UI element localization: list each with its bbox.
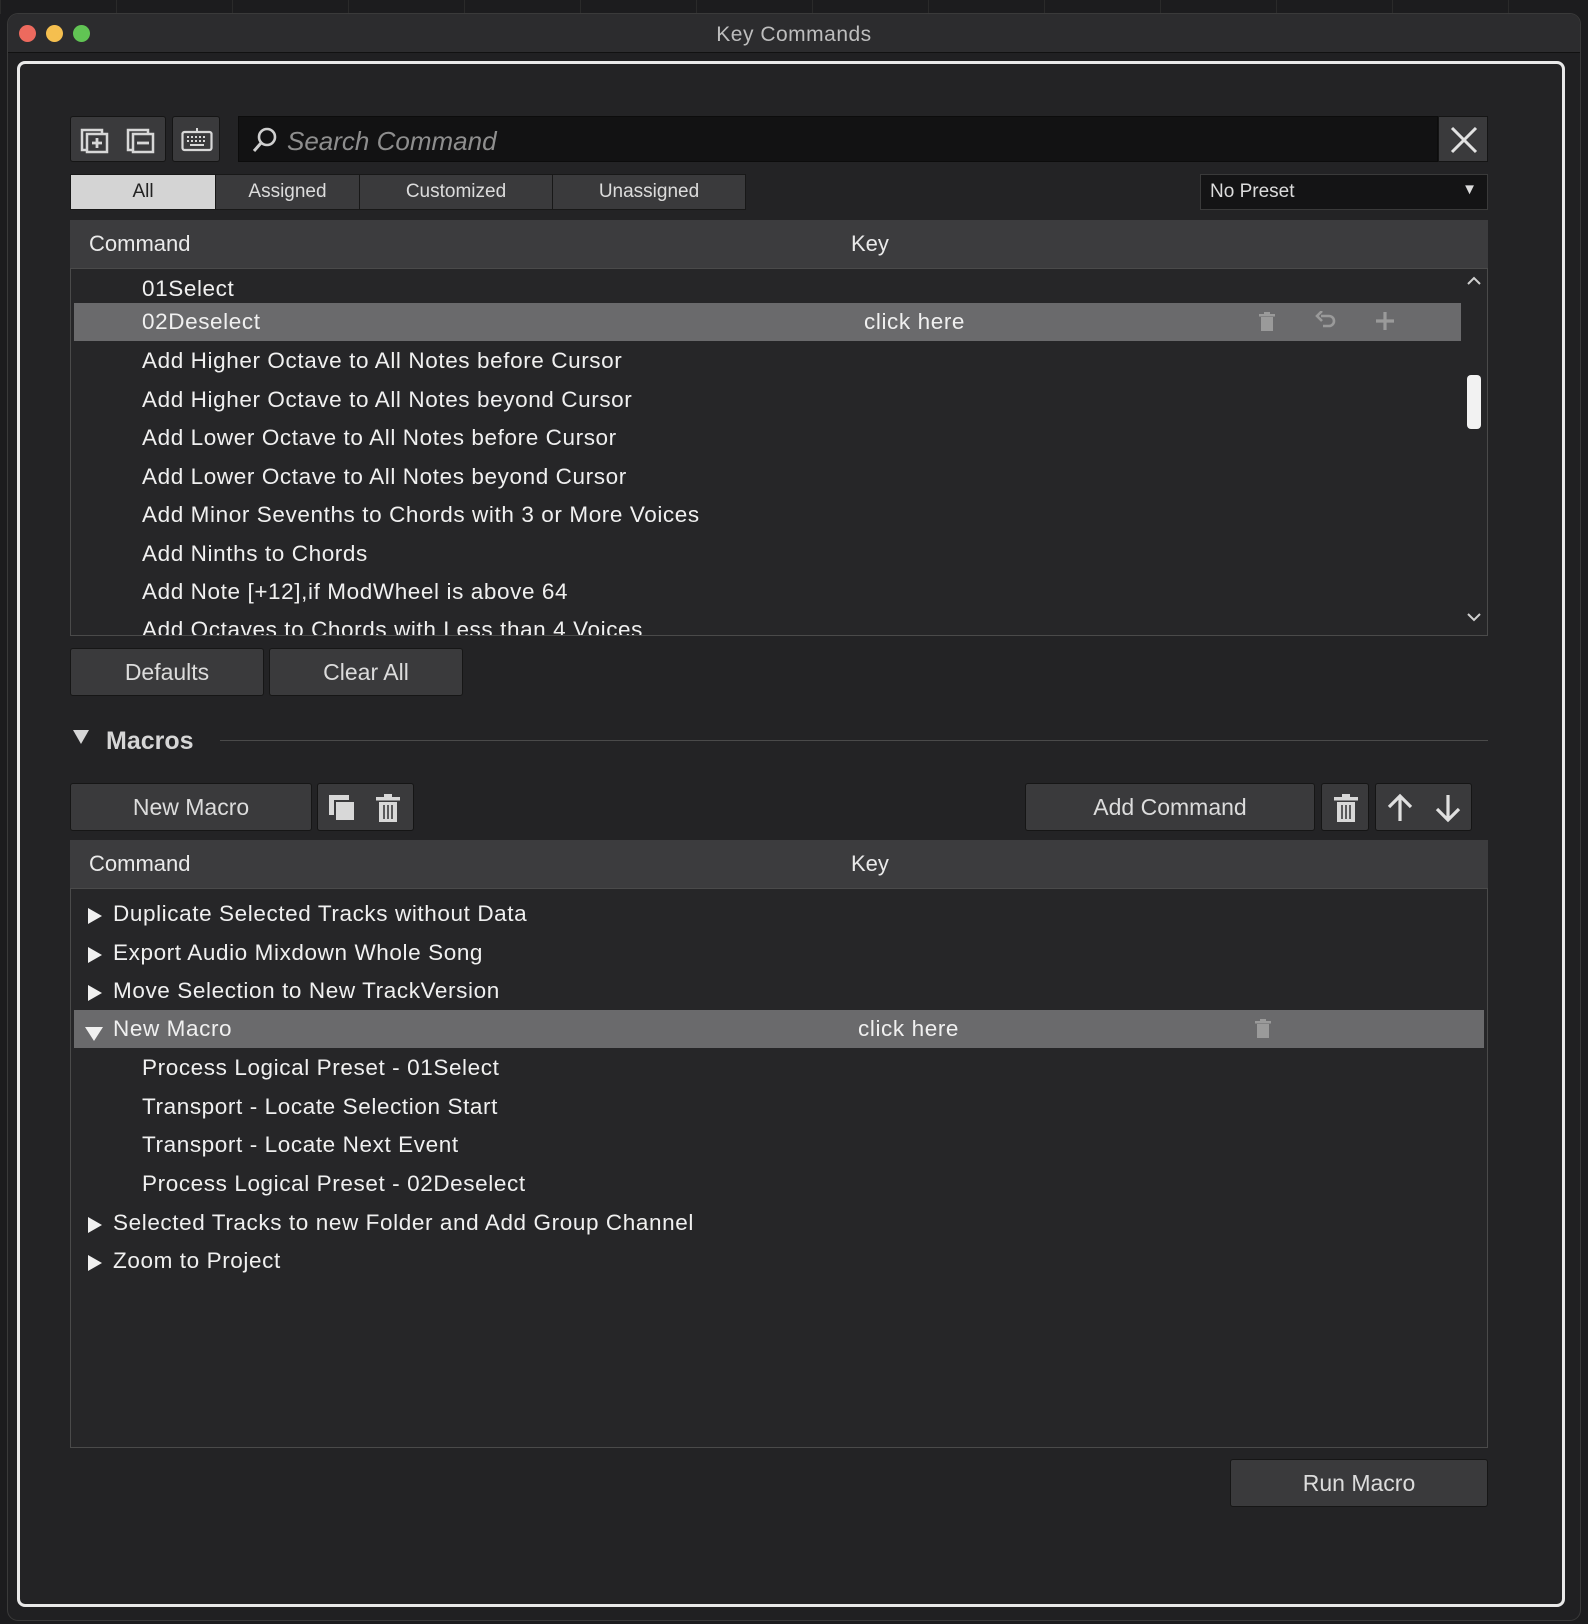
search-icon (251, 126, 279, 159)
key-commands-window: Key Commands Search Command All Assigned… (8, 14, 1580, 1620)
expand-triangle-icon[interactable] (87, 905, 103, 931)
table-row[interactable]: Add Octaves to Chords with Less than 4 V… (74, 611, 1461, 635)
keyboard-button[interactable] (172, 116, 220, 162)
macro-command-row[interactable]: Transport - Locate Selection Start (74, 1088, 1484, 1126)
keyboard-icon (179, 125, 215, 155)
chevron-down-icon: ▼ (1462, 181, 1477, 198)
preset-selected-value: No Preset (1210, 181, 1295, 202)
new-macro-button[interactable]: New Macro (70, 783, 312, 831)
macros-collapse-toggle[interactable] (72, 729, 90, 750)
macro-command-row[interactable]: Process Logical Preset - 01Select (74, 1049, 1484, 1087)
table-row[interactable]: Add Higher Octave to All Notes beyond Cu… (74, 381, 1461, 419)
commands-table: 01Select 02Deselect click here Add Highe… (70, 268, 1488, 636)
macro-command-row[interactable]: Process Logical Preset - 02Deselect (74, 1165, 1484, 1203)
desktop-background (0, 0, 1588, 14)
tab-unassigned[interactable]: Unassigned (552, 174, 746, 210)
main-panel: Search Command All Assigned Customized U… (17, 61, 1565, 1607)
trash-icon[interactable] (1258, 312, 1276, 338)
tab-assigned[interactable]: Assigned (215, 174, 360, 210)
macro-row-selected[interactable]: New Macro click here (74, 1010, 1484, 1048)
macros-section-title: Macros (106, 727, 194, 755)
tab-all[interactable]: All (70, 174, 216, 210)
search-placeholder: Search Command (287, 126, 497, 156)
macro-row[interactable]: Move Selection to New TrackVersion (74, 972, 1484, 1010)
collapse-triangle-icon[interactable] (84, 1022, 104, 1048)
macro-row[interactable]: Export Audio Mixdown Whole Song (74, 934, 1484, 972)
column-key[interactable]: Key (851, 231, 889, 257)
clear-search-button[interactable] (1438, 116, 1488, 162)
commands-table-header: Command Key (70, 220, 1488, 268)
scrollbar-thumb[interactable] (1467, 375, 1481, 429)
macro-command-row[interactable]: Transport - Locate Next Event (74, 1126, 1484, 1164)
chevron-up-icon[interactable] (1467, 273, 1481, 291)
macros-table-header: Command Key (70, 840, 1488, 888)
table-row-selected[interactable]: 02Deselect click here (74, 303, 1461, 341)
title-bar: Key Commands (8, 14, 1580, 53)
table-row[interactable]: Add Note [+12],if ModWheel is above 64 (74, 573, 1461, 611)
search-input[interactable]: Search Command (238, 116, 1438, 162)
tab-customized[interactable]: Customized (359, 174, 553, 210)
expand-triangle-icon[interactable] (87, 1252, 103, 1278)
macro-row[interactable]: Duplicate Selected Tracks without Data (74, 895, 1484, 933)
macros-table: Duplicate Selected Tracks without Data E… (70, 888, 1488, 1448)
key-assign-field[interactable]: click here (864, 309, 965, 335)
remove-folder-icon[interactable] (123, 125, 159, 155)
window-title: Key Commands (716, 23, 872, 46)
expand-triangle-icon[interactable] (87, 982, 103, 1008)
expand-triangle-icon[interactable] (87, 1214, 103, 1240)
macro-row[interactable]: Selected Tracks to new Folder and Add Gr… (74, 1204, 1484, 1242)
arrow-up-icon[interactable] (1382, 792, 1418, 824)
trash-icon[interactable] (1254, 1019, 1272, 1045)
commands-scrollbar[interactable] (1462, 269, 1486, 635)
table-row[interactable]: Add Lower Octave to All Notes beyond Cur… (74, 458, 1461, 496)
preset-select[interactable]: No Preset ▼ (1200, 174, 1488, 210)
column-command[interactable]: Command (89, 231, 190, 257)
add-command-button[interactable]: Add Command (1025, 783, 1315, 831)
table-row[interactable]: Add Minor Sevenths to Chords with 3 or M… (74, 496, 1461, 534)
duplicate-icon[interactable] (324, 792, 360, 824)
delete-command-button[interactable] (1321, 783, 1369, 831)
column-key[interactable]: Key (851, 851, 889, 877)
table-row[interactable]: Add Lower Octave to All Notes before Cur… (74, 419, 1461, 457)
expand-triangle-icon[interactable] (87, 944, 103, 970)
clear-all-button[interactable]: Clear All (269, 648, 463, 696)
macros-divider (220, 740, 1488, 741)
plus-icon[interactable] (1375, 311, 1395, 337)
key-assign-field[interactable]: click here (858, 1016, 959, 1042)
arrow-down-icon[interactable] (1430, 792, 1466, 824)
add-folder-icon[interactable] (77, 125, 113, 155)
column-command[interactable]: Command (89, 851, 190, 877)
chevron-down-icon[interactable] (1467, 609, 1481, 627)
macro-tools-group (317, 783, 414, 831)
undo-icon[interactable] (1315, 310, 1337, 337)
table-row[interactable]: Add Ninths to Chords (74, 535, 1461, 573)
trash-icon (1329, 792, 1363, 824)
close-icon (1449, 125, 1479, 160)
macro-row[interactable]: Zoom to Project (74, 1242, 1484, 1280)
defaults-button[interactable]: Defaults (70, 648, 264, 696)
folder-button-group (70, 116, 166, 162)
trash-icon[interactable] (370, 792, 406, 824)
table-row[interactable]: Add Higher Octave to All Notes before Cu… (74, 342, 1461, 380)
reorder-group (1375, 783, 1472, 831)
run-macro-button[interactable]: Run Macro (1230, 1459, 1488, 1507)
